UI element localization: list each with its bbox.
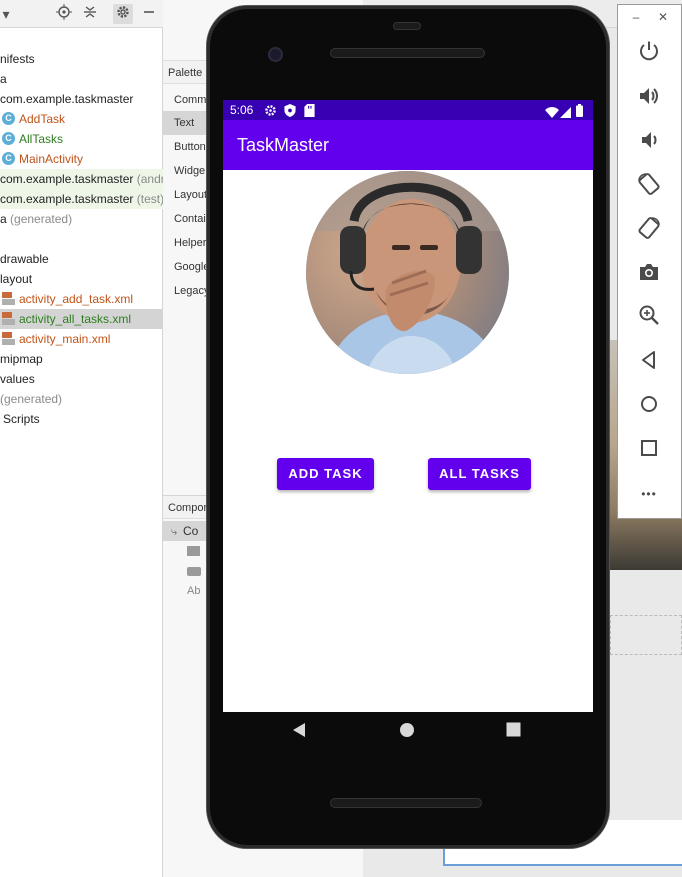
tree-item-suffix: (andr bbox=[136, 172, 163, 186]
tree-item-addtask[interactable]: C AddTask bbox=[0, 109, 163, 129]
tree-item-label: com.example.taskmaster bbox=[0, 92, 134, 106]
tree-item-label: mipmap bbox=[0, 352, 43, 366]
tree-item-suffix: (generated) bbox=[10, 212, 73, 226]
back-icon[interactable] bbox=[636, 349, 662, 375]
tree-item-java-generated[interactable]: a (generated) bbox=[0, 209, 163, 229]
tree-item-res-generated[interactable]: (generated) bbox=[0, 389, 163, 409]
tree-item-package[interactable]: com.example.taskmaster bbox=[0, 89, 163, 109]
power-icon[interactable] bbox=[636, 40, 662, 66]
emulator-toolbar: – ✕ ••• bbox=[617, 4, 682, 519]
profile-photo bbox=[306, 171, 509, 374]
layout-file-icon bbox=[2, 331, 15, 345]
navigation-bar bbox=[223, 712, 593, 756]
tree-item-label: AllTasks bbox=[19, 132, 64, 146]
tree-item-layout[interactable]: layout bbox=[0, 269, 163, 289]
tree-item-gradle-scripts[interactable]: Scripts bbox=[0, 409, 163, 429]
device-screen[interactable]: 5:06 TaskMaster ADD TASK ALL TASKS bbox=[223, 100, 593, 712]
minimize-icon[interactable]: – bbox=[629, 9, 643, 25]
class-icon: C bbox=[2, 112, 15, 126]
tree-item-label: AddTask bbox=[19, 112, 66, 126]
tree-item-label: activity_all_tasks.xml bbox=[19, 312, 132, 326]
hide-panel-icon[interactable] bbox=[139, 4, 159, 24]
status-bar: 5:06 bbox=[223, 100, 593, 120]
tree-item-activity-all-tasks[interactable]: activity_all_tasks.xml bbox=[0, 309, 163, 329]
constraint-guide bbox=[610, 615, 682, 655]
android-studio-window: ▾ nifests a com.example.taskmaster C AddT… bbox=[0, 0, 682, 877]
tree-item-suffix: (generated) bbox=[0, 392, 63, 406]
nav-overview-icon[interactable] bbox=[503, 722, 523, 743]
constraint-layout-icon: ⤷ bbox=[171, 526, 178, 538]
tree-item-java[interactable]: a bbox=[0, 69, 163, 89]
project-tree-panel: ▾ nifests a com.example.taskmaster C AddT… bbox=[0, 0, 163, 877]
tree-item-label: nifests bbox=[0, 52, 35, 66]
component-root-label: Co bbox=[183, 524, 199, 538]
layout-file-icon bbox=[2, 291, 15, 305]
tree-item-label: activity_main.xml bbox=[19, 332, 111, 346]
front-camera bbox=[268, 47, 283, 62]
rotate-right-icon[interactable] bbox=[636, 216, 662, 242]
tree-item-mipmap[interactable]: mipmap bbox=[0, 349, 163, 369]
all-tasks-button[interactable]: ALL TASKS bbox=[428, 458, 531, 490]
camera-icon[interactable] bbox=[636, 261, 662, 287]
nav-home-icon[interactable] bbox=[397, 722, 417, 744]
tree-item-label: MainActivity bbox=[19, 152, 84, 166]
class-icon: C bbox=[2, 152, 15, 166]
tree-item-suffix: (test) bbox=[136, 192, 163, 206]
home-icon[interactable] bbox=[636, 393, 662, 419]
tree-item-label: drawable bbox=[0, 252, 49, 266]
tree-item-alltasks[interactable]: C AllTasks bbox=[0, 129, 163, 149]
dropdown-arrow-icon[interactable]: ▾ bbox=[0, 4, 16, 24]
image-view-icon bbox=[187, 546, 200, 556]
collapse-all-icon[interactable] bbox=[80, 4, 100, 24]
bottom-speaker-grille bbox=[330, 798, 482, 808]
text-view-icon: Ab bbox=[187, 585, 201, 597]
button-widget-icon bbox=[187, 567, 201, 576]
tree-item-mainactivity[interactable]: C MainActivity bbox=[0, 149, 163, 169]
nav-back-icon[interactable] bbox=[289, 722, 309, 744]
status-time: 5:06 bbox=[230, 103, 254, 117]
more-icon[interactable]: ••• bbox=[636, 481, 662, 507]
app-title: TaskMaster bbox=[237, 135, 330, 155]
overview-icon[interactable] bbox=[636, 437, 662, 463]
tree-item-label: values bbox=[0, 372, 35, 386]
tree-item-values[interactable]: values bbox=[0, 369, 163, 389]
tree-item-label: Scripts bbox=[3, 412, 40, 426]
class-icon: C bbox=[2, 132, 15, 146]
tree-item-label: com.example.taskmaster bbox=[0, 172, 134, 186]
tree-item-package-android-test[interactable]: com.example.taskmaster (andr bbox=[0, 169, 163, 189]
layout-file-icon bbox=[2, 311, 15, 325]
tree-item-label: a bbox=[0, 72, 7, 86]
rotate-left-icon[interactable] bbox=[636, 172, 662, 198]
add-task-button[interactable]: ADD TASK bbox=[277, 458, 374, 490]
locate-icon[interactable] bbox=[54, 4, 74, 24]
tree-item-label: activity_add_task.xml bbox=[19, 292, 134, 306]
tree-item-label: a bbox=[0, 212, 7, 226]
tree-item-activity-main[interactable]: activity_main.xml bbox=[0, 329, 163, 349]
tree-item-package-test[interactable]: com.example.taskmaster (test) bbox=[0, 189, 163, 209]
volume-down-icon[interactable] bbox=[636, 129, 662, 155]
app-bar: TaskMaster bbox=[223, 120, 593, 170]
tree-item-drawable[interactable]: drawable bbox=[0, 249, 163, 269]
tree-item-activity-add-task[interactable]: activity_add_task.xml bbox=[0, 289, 163, 309]
volume-up-icon[interactable] bbox=[636, 85, 662, 111]
project-tree-toolbar: ▾ bbox=[0, 0, 163, 28]
tree-item-manifests[interactable]: nifests bbox=[0, 49, 163, 69]
earpiece bbox=[393, 22, 421, 30]
close-icon[interactable]: ✕ bbox=[656, 9, 670, 25]
top-speaker-grille bbox=[330, 48, 485, 58]
zoom-icon[interactable] bbox=[636, 304, 662, 330]
gear-icon[interactable] bbox=[113, 4, 133, 24]
tree-item-label: layout bbox=[0, 272, 33, 286]
tree-item-label: com.example.taskmaster bbox=[0, 192, 134, 206]
